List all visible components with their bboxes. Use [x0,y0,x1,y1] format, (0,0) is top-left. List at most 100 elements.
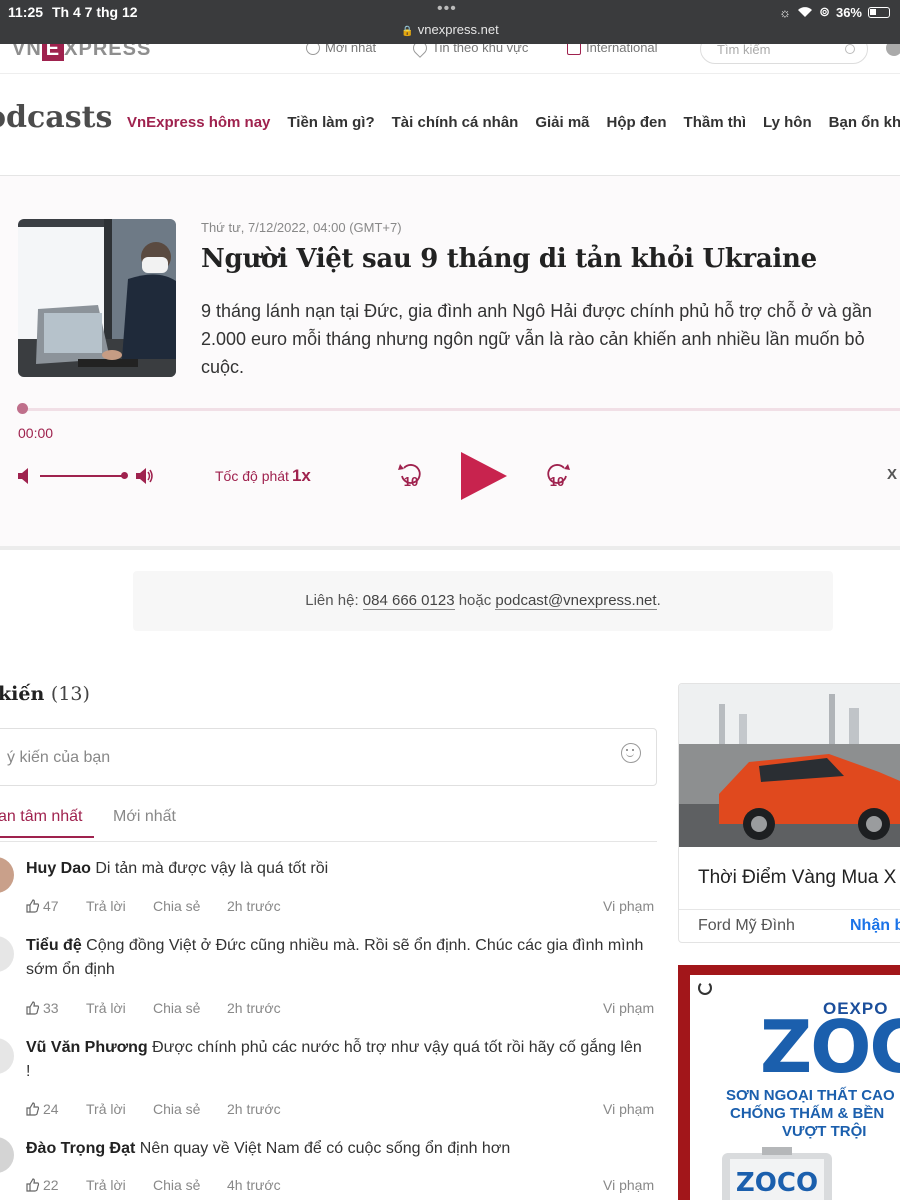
cat-item-hop-den[interactable]: Hộp đen [607,114,667,131]
volume-up-icon[interactable] [136,468,154,484]
comment-author[interactable]: Vũ Văn Phương [26,1039,148,1056]
comment-time: 4h trước [227,1177,281,1193]
international-icon [567,44,581,55]
like-button[interactable]: 22 [26,1177,59,1193]
avatar[interactable] [0,1038,14,1074]
volume-mute-icon[interactable] [18,468,30,484]
play-icon [461,452,507,500]
brightness-icon: ☼ [779,4,792,20]
comment-author[interactable]: Đào Trọng Đạt [26,1140,135,1157]
category-nav: odcasts VnExpress hôm nay Tiền làm gì? T… [0,74,900,176]
progress-handle[interactable] [17,403,28,414]
comment-time: 2h trước [227,898,281,914]
battery-percent: 36% [835,4,862,20]
episode-title: Người Việt sau 9 tháng di tản khỏi Ukrai… [201,244,817,274]
multitask-dots-icon[interactable]: ••• [437,0,457,18]
volume-handle[interactable] [121,472,128,479]
vnexpress-logo[interactable]: VN E XPRESS [12,44,151,61]
share-button[interactable]: Chia sẻ [153,1101,200,1117]
cat-item-giai-ma[interactable]: Giải mã [535,114,589,131]
thumbs-up-icon [26,1001,40,1015]
nav-latest[interactable]: Mới nhất [306,44,376,55]
share-button[interactable]: Chia sẻ [153,1000,200,1016]
cat-item-tham-thi[interactable]: Thầm thì [684,114,747,131]
svg-text:10: 10 [404,474,418,489]
thumbs-up-icon [26,1178,40,1192]
playback-speed[interactable]: Tốc độ phát 1x [215,466,311,486]
car-ad-brand: Ford Mỹ Đình [698,917,795,934]
report-button[interactable]: Vi phạm [603,1101,654,1117]
reply-button[interactable]: Trả lời [86,898,126,914]
comment-text: Vũ Văn Phương Được chính phủ các nước hỗ… [26,1039,642,1080]
car-ad-image [679,684,900,847]
svg-text:10: 10 [550,474,564,489]
tab-most-liked[interactable]: an tâm nhất [0,808,94,838]
episode-thumbnail[interactable] [18,219,176,377]
cat-item-tai-chinh-ca-nhan[interactable]: Tài chính cá nhân [392,114,519,131]
status-icons: ☼ ⊚ 36% [779,4,890,20]
volume-slider[interactable] [40,475,125,477]
comment-input[interactable]: ý kiến của bạn [0,728,657,786]
skip-forward-button[interactable]: 10 [544,460,570,495]
forward-icon: 10 [547,464,570,489]
nav-international[interactable]: International [567,44,658,55]
cat-item-tien-lam-gi[interactable]: Tiền làm gì? [287,114,374,131]
category-title[interactable]: odcasts [0,100,112,135]
comments-heading: kiến (13) [0,683,90,705]
search-input[interactable]: Tìm kiếm [700,44,868,64]
tab-newest[interactable]: Mới nhất [113,808,176,826]
comment-text: Huy Dao Di tản mà được vậy là quá tốt rồ… [26,860,329,877]
url-text: vnexpress.net [417,22,499,37]
contact-phone-link[interactable]: 084 666 0123 [362,592,455,610]
refresh-icon[interactable] [698,981,712,995]
address-bar[interactable]: 🔒 vnexpress.net [0,22,900,37]
comment-tabs: an tâm nhất Mới nhất [0,808,657,842]
car-ad[interactable]: Thời Điểm Vàng Mua X Ford Mỹ Đình Nhận b [678,683,900,943]
like-button[interactable]: 33 [26,1000,59,1016]
report-button[interactable]: Vi phạm [603,1000,654,1016]
report-button[interactable]: Vi phạm [603,898,654,914]
lock-icon: 🔒 [401,26,414,37]
skip-back-button[interactable]: 10 [398,460,424,495]
reply-button[interactable]: Trả lời [86,1177,126,1193]
cat-item-vnexpress-hom-nay[interactable]: VnExpress hôm nay [127,114,270,131]
status-bar: 11:25 Th 4 7 thg 12 ••• 🔒 vnexpress.net ☼… [0,0,900,44]
comment-author[interactable]: Tiểu đệ [26,937,82,954]
car-ad-cta[interactable]: Nhận b [850,917,900,935]
comment-text: Đào Trọng Đạt Nên quay về Việt Nam để có… [26,1140,511,1157]
car-ad-title: Thời Điểm Vàng Mua X [698,867,897,888]
user-icon[interactable] [886,44,900,56]
report-button[interactable]: Vi phạm [603,1177,654,1193]
share-button[interactable]: Chia sẻ [153,898,200,914]
like-button[interactable]: 24 [26,1101,59,1117]
emoji-icon[interactable] [621,743,641,763]
contact-email-link[interactable]: podcast@vnexpress.net [495,592,657,610]
avatar[interactable] [0,1137,14,1173]
paint-ad-logo: ZOCO [760,1005,900,1089]
site-header: VN E XPRESS Mới nhất Tin theo khu vực Inte… [0,44,900,74]
status-date: Th 4 7 thg 12 [52,4,138,20]
cat-item-ly-hon[interactable]: Ly hôn [763,114,812,131]
clock-icon [306,44,320,55]
thumbs-up-icon [26,1102,40,1116]
reply-button[interactable]: Trả lời [86,1101,126,1117]
avatar[interactable] [0,857,14,893]
svg-text:ZOCO: ZOCO [736,1168,818,1198]
search-icon [845,44,855,54]
like-button[interactable]: 47 [26,898,59,914]
play-button[interactable] [458,450,510,502]
comment-time: 2h trước [227,1101,281,1117]
avatar[interactable] [0,936,14,972]
nav-regional[interactable]: Tin theo khu vực [410,44,528,58]
status-time: 11:25 [8,4,44,20]
progress-bar[interactable] [22,408,900,411]
rewind-icon: 10 [398,464,421,489]
reply-button[interactable]: Trả lời [86,1000,126,1016]
share-button[interactable]: Chia sẻ [153,1177,200,1193]
cat-item-ban-on-khong[interactable]: Bạn ổn khôn [829,114,900,131]
wifi-icon [798,7,813,17]
close-player-button[interactable]: X [887,466,897,483]
paint-ad[interactable]: OEXPO ZOCO SƠN NGOẠI THẤT CAO CHỐNG THẤM… [678,965,900,1200]
comment-author[interactable]: Huy Dao [26,860,91,877]
episode-description: 9 tháng lánh nạn tại Đức, gia đình anh N… [201,301,872,377]
